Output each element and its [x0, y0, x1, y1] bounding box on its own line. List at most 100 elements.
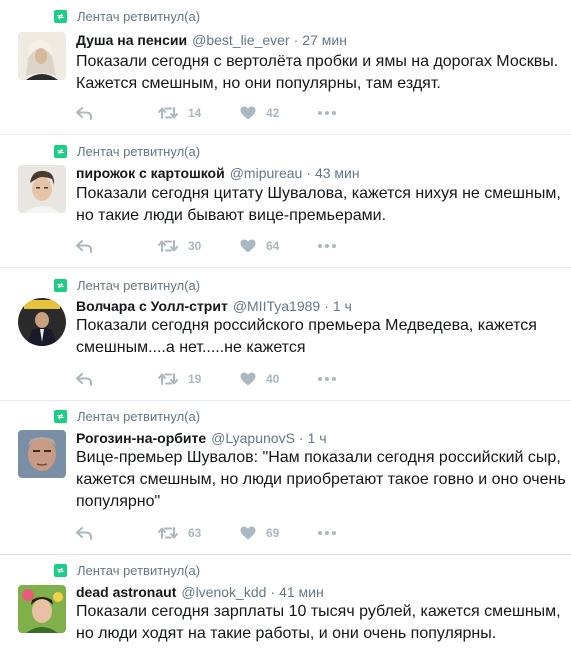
tweet[interactable]: Лентач ретвитнул(а) dead astronaut @lven…: [0, 555, 571, 652]
timestamp[interactable]: 41 мин: [279, 584, 324, 600]
tweet-actions: 14 42: [76, 106, 336, 120]
timestamp[interactable]: 1 ч: [333, 298, 352, 314]
like-button[interactable]: 64: [240, 239, 318, 253]
retweet-badge-icon: [54, 145, 67, 158]
tweet-header: dead astronaut @lvenok_kdd · 41 мин: [76, 584, 324, 600]
author-handle[interactable]: @lvenok_kdd: [181, 584, 266, 600]
tweet-actions: 30 64: [76, 239, 336, 253]
author-handle[interactable]: @best_lie_ever: [192, 32, 290, 48]
author-name[interactable]: Волчара с Уолл-стрит: [76, 298, 228, 314]
retweet-context[interactable]: Лентач ретвитнул(а): [54, 409, 200, 424]
retweet-context[interactable]: Лентач ретвитнул(а): [54, 144, 200, 159]
retweet-count: 30: [188, 239, 202, 253]
separator-dot: ·: [270, 584, 276, 600]
retweet-context[interactable]: Лентач ретвитнул(а): [54, 563, 200, 578]
tweet-actions: 19 40: [76, 372, 336, 386]
reply-icon: [76, 527, 92, 540]
retweet-badge-icon: [54, 10, 67, 23]
tweet-text: Вице-премьер Шувалов: "Нам показали сего…: [76, 449, 566, 510]
heart-icon: [240, 372, 256, 386]
tweet-actions: 63 69: [76, 526, 336, 540]
retweet-button[interactable]: 63: [158, 526, 240, 540]
like-button[interactable]: 40: [240, 372, 318, 386]
retweet-icon: [158, 240, 178, 252]
like-button[interactable]: 42: [240, 106, 318, 120]
avatar[interactable]: [18, 165, 66, 213]
more-button[interactable]: [318, 244, 336, 248]
heart-icon: [240, 106, 256, 120]
tweet-text: Показали сегодня с вертолёта пробки и ям…: [76, 53, 559, 92]
author-name[interactable]: Рогозин-на-орбите: [76, 430, 206, 446]
more-button[interactable]: [318, 111, 336, 115]
retweet-count: 63: [188, 526, 202, 540]
retweet-count: 19: [188, 372, 202, 386]
timestamp[interactable]: 1 ч: [308, 430, 327, 446]
retweet-icon: [158, 527, 178, 539]
retweet-context-label: Лентач ретвитнул(а): [77, 144, 201, 159]
avatar[interactable]: [18, 585, 66, 633]
separator-dot: ·: [324, 298, 329, 314]
separator-dot: ·: [293, 32, 299, 48]
tweet[interactable]: Лентач ретвитнул(а) Рогозин-на-орбите @L…: [0, 401, 571, 555]
more-dots-icon: [318, 244, 336, 248]
like-count: 69: [266, 526, 280, 540]
reply-icon: [76, 240, 92, 253]
retweet-context[interactable]: Лентач ретвитнул(а): [54, 9, 200, 24]
reply-icon: [76, 373, 92, 386]
like-count: 42: [266, 106, 280, 120]
tweet-feed: Лентач ретвитнул(а) Душа на пенсии @best…: [0, 0, 571, 652]
retweet-icon: [158, 373, 178, 385]
tweet-text: Показали сегодня цитату Шувалова, кажетс…: [76, 185, 561, 224]
retweet-context-label: Лентач ретвитнул(а): [77, 9, 201, 24]
author-handle[interactable]: @mipureau: [230, 165, 303, 181]
timestamp[interactable]: 27 мин: [302, 32, 347, 48]
retweet-button[interactable]: 14: [158, 106, 240, 120]
author-name[interactable]: Душа на пенсии: [76, 32, 187, 48]
retweet-badge-icon: [54, 564, 67, 577]
heart-icon: [240, 239, 256, 253]
avatar[interactable]: [18, 430, 66, 478]
separator-dot: ·: [298, 430, 304, 446]
reply-button[interactable]: [76, 526, 158, 540]
tweet[interactable]: Лентач ретвитнул(а) пирожок с картошкой …: [0, 135, 571, 268]
retweet-count: 14: [188, 106, 202, 120]
tweet-header: Волчара с Уолл-стрит @MIITya1989 · 1 ч: [76, 298, 352, 314]
separator-dot: ·: [306, 165, 311, 181]
retweet-badge-icon: [54, 279, 67, 292]
timestamp[interactable]: 43 мин: [315, 165, 360, 181]
reply-button[interactable]: [76, 372, 158, 386]
retweet-button[interactable]: 30: [158, 239, 240, 253]
tweet-header: пирожок с картошкой @mipureau · 43 мин: [76, 165, 360, 181]
more-dots-icon: [318, 111, 336, 115]
tweet-header: Душа на пенсии @best_lie_ever · 27 мин: [76, 32, 347, 48]
more-dots-icon: [318, 531, 336, 535]
tweet-text: Показали сегодня зарплаты 10 тысяч рубле…: [76, 603, 561, 642]
retweet-context[interactable]: Лентач ретвитнул(а): [54, 278, 200, 293]
retweet-context-label: Лентач ретвитнул(а): [77, 563, 201, 578]
avatar[interactable]: [18, 32, 66, 80]
retweet-icon: [158, 107, 178, 119]
like-button[interactable]: 69: [240, 526, 318, 540]
avatar[interactable]: [18, 298, 66, 346]
more-button[interactable]: [318, 531, 336, 535]
author-name[interactable]: пирожок с картошкой: [76, 165, 225, 181]
reply-icon: [76, 107, 92, 120]
more-dots-icon: [318, 377, 336, 381]
retweet-badge-icon: [54, 410, 67, 423]
retweet-button[interactable]: 19: [158, 372, 240, 386]
tweet[interactable]: Лентач ретвитнул(а) Волчара с Уолл-стрит…: [0, 268, 571, 401]
tweet-text: Показали сегодня российского премьера Ме…: [76, 317, 537, 356]
like-count: 64: [266, 239, 280, 253]
retweet-context-label: Лентач ретвитнул(а): [77, 278, 201, 293]
tweet-header: Рогозин-на-орбите @LyapunovS · 1 ч: [76, 430, 327, 446]
author-handle[interactable]: @MIITya1989: [233, 298, 320, 314]
author-name[interactable]: dead astronaut: [76, 584, 176, 600]
reply-button[interactable]: [76, 106, 158, 120]
like-count: 40: [266, 372, 280, 386]
reply-button[interactable]: [76, 239, 158, 253]
more-button[interactable]: [318, 377, 336, 381]
tweet[interactable]: Лентач ретвитнул(а) Душа на пенсии @best…: [0, 0, 571, 135]
retweet-context-label: Лентач ретвитнул(а): [77, 409, 201, 424]
heart-icon: [240, 526, 256, 540]
author-handle[interactable]: @LyapunovS: [211, 430, 295, 446]
